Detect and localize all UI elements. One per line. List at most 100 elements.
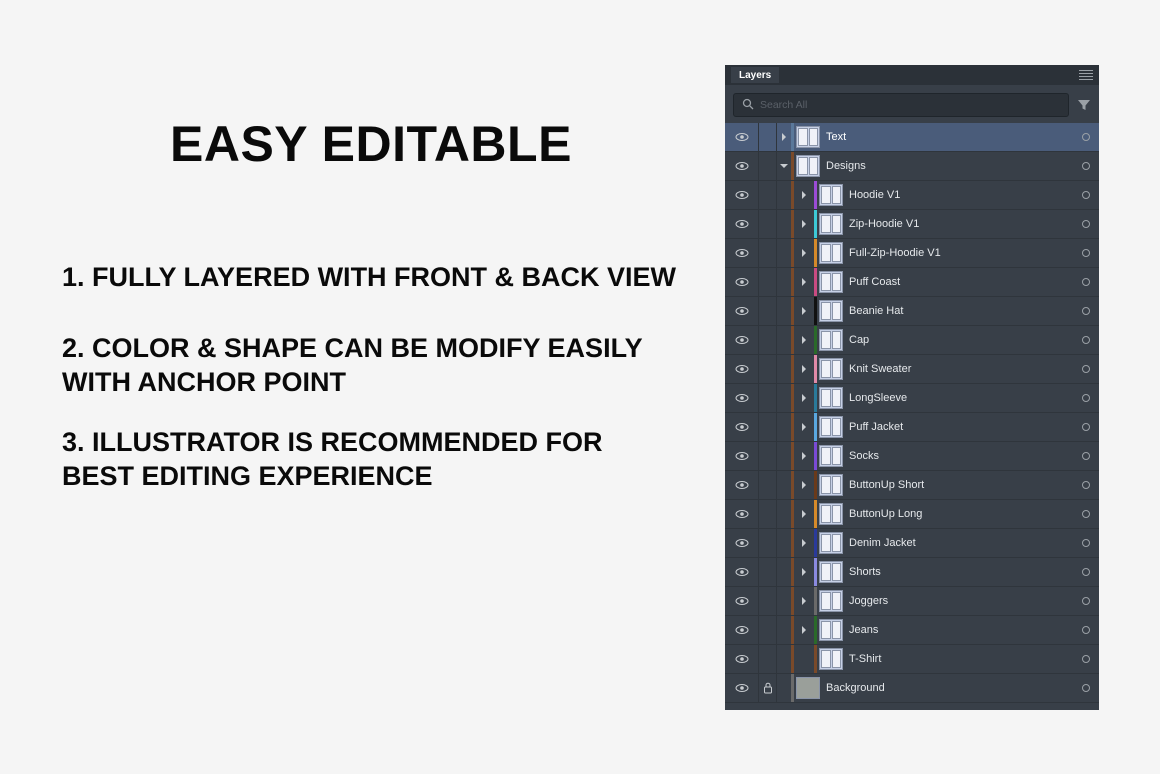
layer-row[interactable]: Text <box>725 123 1099 152</box>
layer-thumbnail[interactable] <box>819 184 843 206</box>
chevron-right-icon[interactable] <box>794 326 814 354</box>
target-icon[interactable] <box>1073 645 1099 673</box>
layer-thumbnail[interactable] <box>819 416 843 438</box>
eye-icon[interactable] <box>725 355 759 383</box>
target-icon[interactable] <box>1073 442 1099 470</box>
chevron-right-icon[interactable] <box>794 210 814 238</box>
lock-toggle[interactable] <box>759 355 777 383</box>
layer-name[interactable]: Background <box>826 682 885 694</box>
eye-icon[interactable] <box>725 210 759 238</box>
lock-toggle[interactable] <box>759 442 777 470</box>
layers-tab[interactable]: Layers <box>731 67 779 83</box>
eye-icon[interactable] <box>725 123 759 151</box>
layer-row[interactable]: Hoodie V1 <box>725 181 1099 210</box>
layer-name[interactable]: T-Shirt <box>849 653 881 665</box>
layer-row[interactable]: Jeans <box>725 616 1099 645</box>
layer-row[interactable]: Designs <box>725 152 1099 181</box>
layer-name[interactable]: Text <box>826 131 846 143</box>
target-icon[interactable] <box>1073 587 1099 615</box>
layer-name[interactable]: Denim Jacket <box>849 537 916 549</box>
layer-name[interactable]: Shorts <box>849 566 881 578</box>
layer-row[interactable]: Denim Jacket <box>725 529 1099 558</box>
layer-name[interactable]: Puff Jacket <box>849 421 903 433</box>
eye-icon[interactable] <box>725 645 759 673</box>
layer-name[interactable]: Cap <box>849 334 869 346</box>
lock-toggle[interactable] <box>759 210 777 238</box>
layer-thumbnail[interactable] <box>819 532 843 554</box>
chevron-right-icon[interactable] <box>794 355 814 383</box>
layer-thumbnail[interactable] <box>819 358 843 380</box>
layer-row[interactable]: Puff Coast <box>725 268 1099 297</box>
layer-row[interactable]: Shorts <box>725 558 1099 587</box>
chevron-right-icon[interactable] <box>794 529 814 557</box>
lock-toggle[interactable] <box>759 500 777 528</box>
eye-icon[interactable] <box>725 326 759 354</box>
lock-toggle[interactable] <box>759 384 777 412</box>
target-icon[interactable] <box>1073 674 1099 702</box>
eye-icon[interactable] <box>725 587 759 615</box>
lock-toggle[interactable] <box>759 123 777 151</box>
search-input[interactable]: Search All <box>733 93 1069 117</box>
target-icon[interactable] <box>1073 355 1099 383</box>
layer-name[interactable]: Puff Coast <box>849 276 900 288</box>
layer-thumbnail[interactable] <box>819 474 843 496</box>
eye-icon[interactable] <box>725 239 759 267</box>
layer-name[interactable]: Beanie Hat <box>849 305 903 317</box>
layer-row[interactable]: Joggers <box>725 587 1099 616</box>
chevron-right-icon[interactable] <box>794 239 814 267</box>
target-icon[interactable] <box>1073 326 1099 354</box>
layer-thumbnail[interactable] <box>819 271 843 293</box>
chevron-down-icon[interactable] <box>777 152 791 180</box>
layer-row[interactable]: ButtonUp Short <box>725 471 1099 500</box>
layer-thumbnail[interactable] <box>819 619 843 641</box>
layer-thumbnail[interactable] <box>819 213 843 235</box>
lock-toggle[interactable] <box>759 529 777 557</box>
target-icon[interactable] <box>1073 558 1099 586</box>
lock-toggle[interactable] <box>759 268 777 296</box>
layer-name[interactable]: Hoodie V1 <box>849 189 900 201</box>
target-icon[interactable] <box>1073 471 1099 499</box>
target-icon[interactable] <box>1073 210 1099 238</box>
eye-icon[interactable] <box>725 268 759 296</box>
target-icon[interactable] <box>1073 500 1099 528</box>
lock-toggle[interactable] <box>759 674 777 702</box>
lock-toggle[interactable] <box>759 587 777 615</box>
eye-icon[interactable] <box>725 471 759 499</box>
layer-name[interactable]: Joggers <box>849 595 888 607</box>
layer-thumbnail[interactable] <box>819 648 843 670</box>
target-icon[interactable] <box>1073 297 1099 325</box>
eye-icon[interactable] <box>725 152 759 180</box>
lock-toggle[interactable] <box>759 152 777 180</box>
lock-toggle[interactable] <box>759 239 777 267</box>
chevron-right-icon[interactable] <box>794 442 814 470</box>
layer-row[interactable]: Cap <box>725 326 1099 355</box>
eye-icon[interactable] <box>725 442 759 470</box>
lock-toggle[interactable] <box>759 297 777 325</box>
chevron-right-icon[interactable] <box>794 616 814 644</box>
layer-row[interactable]: Background <box>725 674 1099 703</box>
chevron-right-icon[interactable] <box>794 587 814 615</box>
layer-name[interactable]: Jeans <box>849 624 878 636</box>
eye-icon[interactable] <box>725 297 759 325</box>
chevron-right-icon[interactable] <box>794 268 814 296</box>
eye-icon[interactable] <box>725 384 759 412</box>
layer-name[interactable]: LongSleeve <box>849 392 907 404</box>
lock-toggle[interactable] <box>759 413 777 441</box>
layer-name[interactable]: Designs <box>826 160 866 172</box>
layer-thumbnail[interactable] <box>819 445 843 467</box>
layer-row[interactable]: T-Shirt <box>725 645 1099 674</box>
lock-toggle[interactable] <box>759 471 777 499</box>
lock-toggle[interactable] <box>759 616 777 644</box>
chevron-right-icon[interactable] <box>794 181 814 209</box>
layer-thumbnail[interactable] <box>819 300 843 322</box>
layer-row[interactable]: Socks <box>725 442 1099 471</box>
lock-toggle[interactable] <box>759 181 777 209</box>
layer-thumbnail[interactable] <box>819 503 843 525</box>
chevron-right-icon[interactable] <box>777 123 791 151</box>
layer-name[interactable]: Socks <box>849 450 879 462</box>
layer-name[interactable]: Zip-Hoodie V1 <box>849 218 919 230</box>
chevron-right-icon[interactable] <box>794 297 814 325</box>
layer-row[interactable]: LongSleeve <box>725 384 1099 413</box>
layer-row[interactable]: Full-Zip-Hoodie V1 <box>725 239 1099 268</box>
layer-thumbnail[interactable] <box>796 155 820 177</box>
